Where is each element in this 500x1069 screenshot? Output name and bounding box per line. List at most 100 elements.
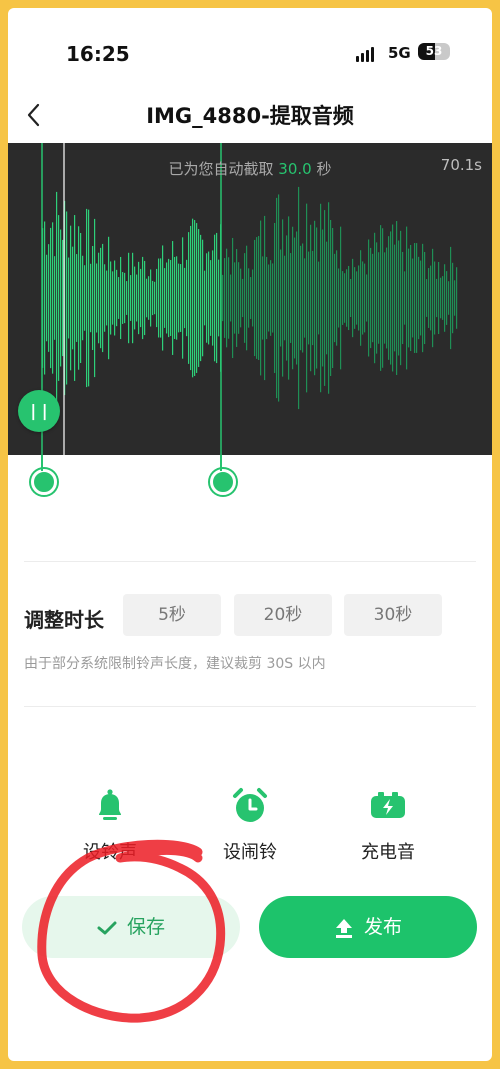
waveform-bar: [132, 252, 134, 344]
waveform-bar: [384, 252, 386, 344]
waveform-bar: [294, 237, 296, 359]
waveform-bar: [112, 271, 114, 325]
waveform-bar: [404, 271, 406, 325]
waveform-bar: [168, 258, 170, 338]
waveform-bar: [354, 267, 356, 329]
waveform-bar: [324, 210, 326, 386]
waveform-bar: [186, 259, 188, 337]
publish-button[interactable]: 发布: [259, 896, 477, 958]
set-alarm-button[interactable]: 设闹铃: [190, 786, 310, 864]
waveform-bar: [422, 243, 424, 353]
waveform-bar: [376, 242, 378, 354]
duration-option-20s[interactable]: 20秒: [234, 594, 332, 636]
waveform-bar: [70, 225, 72, 371]
waveform-bar: [62, 239, 64, 357]
waveform-bar: [434, 261, 436, 335]
waveform-bar: [116, 269, 118, 327]
waveform-bar: [266, 256, 268, 340]
waveform-bar: [282, 219, 284, 377]
waveform-bar: [432, 248, 434, 348]
waveform-bar: [402, 251, 404, 345]
waveform-bar: [202, 239, 204, 357]
waveform-bar: [408, 248, 410, 348]
waveform-bar: [200, 234, 202, 362]
waveform-bar: [442, 276, 444, 320]
waveform-bar: [438, 261, 440, 335]
waveform-bar: [270, 260, 272, 336]
waveform-bar: [98, 252, 100, 344]
waveform-bar: [118, 277, 120, 319]
alarm-clock-icon: [233, 788, 267, 822]
adjust-duration-label: 调整时长: [24, 608, 104, 632]
waveform-bar: [368, 239, 370, 357]
total-duration: 70.1s: [440, 156, 482, 174]
waveform-bar: [152, 280, 154, 316]
waveform-bar: [50, 227, 52, 369]
waveform-bar: [372, 253, 374, 343]
waveform-bar: [236, 249, 238, 347]
set-ringtone-label: 设铃声: [83, 842, 137, 863]
waveform-bar: [264, 215, 266, 381]
waveform-bar: [450, 246, 452, 350]
waveform-bar: [166, 262, 168, 334]
waveform-bar: [100, 247, 102, 349]
waveform-bar: [92, 246, 94, 350]
waveform-bar: [254, 239, 256, 357]
waveform-bar: [44, 221, 46, 375]
waveform-bar: [342, 271, 344, 325]
set-ringtone-button[interactable]: 设铃声: [50, 786, 170, 864]
waveform-bar: [196, 223, 198, 373]
pause-button[interactable]: | |: [18, 390, 60, 432]
start-handle[interactable]: [31, 469, 57, 495]
waveform-bar: [224, 258, 226, 338]
waveform-bar: [358, 265, 360, 331]
end-handle[interactable]: [210, 469, 236, 495]
waveform-bar: [406, 226, 408, 370]
waveform-bar: [126, 281, 128, 315]
waveform-bar: [398, 240, 400, 356]
waveform-bar: [356, 271, 358, 325]
waveform-bar: [80, 233, 82, 363]
waveform-bar: [56, 191, 58, 405]
waveform-bar: [82, 255, 84, 341]
waveform-bar: [182, 237, 184, 359]
waveform-bar: [378, 252, 380, 344]
waveform-bar: [208, 251, 210, 345]
waveform-bar: [256, 237, 258, 359]
waveform-bar: [396, 221, 398, 375]
waveform-bar: [102, 243, 104, 353]
save-button[interactable]: 保存: [22, 896, 240, 958]
waveform[interactable]: [8, 143, 492, 455]
waveform-bar: [430, 265, 432, 331]
waveform-bar: [456, 267, 458, 329]
waveform-bar: [232, 237, 234, 359]
waveform-bar: [94, 218, 96, 378]
divider: [24, 706, 476, 707]
waveform-bar: [120, 256, 122, 340]
waveform-bar: [362, 261, 364, 335]
waveform-bar: [234, 262, 236, 334]
waveform-bar: [272, 263, 274, 333]
duration-option-30s[interactable]: 30秒: [344, 594, 442, 636]
waveform-bar: [390, 231, 392, 365]
waveform-bar: [444, 264, 446, 332]
waveform-bar: [352, 258, 354, 338]
waveform-bar: [246, 245, 248, 351]
waveform-bar: [346, 269, 348, 327]
waveform-bar: [410, 244, 412, 352]
waveform-bar: [314, 220, 316, 376]
waveform-bar: [454, 280, 456, 316]
waveform-bar: [380, 225, 382, 371]
waveform-bar: [212, 250, 214, 346]
waveform-bar: [258, 235, 260, 361]
duration-option-5s[interactable]: 5秒: [123, 594, 221, 636]
waveform-bar: [400, 230, 402, 366]
waveform-bar: [440, 277, 442, 319]
charging-sound-button[interactable]: 充电音: [328, 786, 448, 864]
waveform-bar: [268, 264, 270, 332]
waveform-bar: [414, 243, 416, 353]
waveform-bar: [340, 226, 342, 370]
check-icon: [97, 921, 117, 934]
waveform-bar: [428, 268, 430, 328]
waveform-bar: [252, 269, 254, 327]
